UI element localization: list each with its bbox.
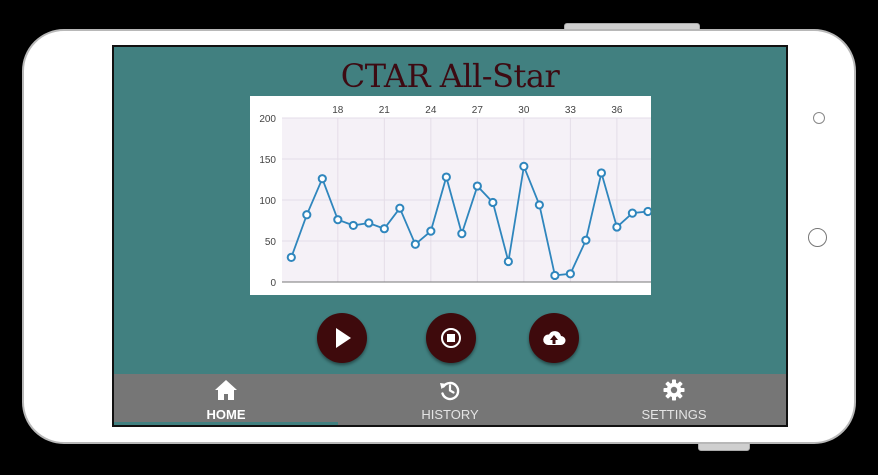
x-tick-label: 24	[425, 105, 437, 116]
play-button[interactable]	[317, 313, 367, 363]
data-point	[534, 200, 544, 210]
nav-item-home[interactable]: HOME	[114, 374, 338, 425]
x-tick-label: 27	[472, 105, 484, 116]
data-point	[612, 222, 622, 232]
play-icon	[336, 328, 351, 348]
upload-button[interactable]	[529, 313, 579, 363]
power-button	[698, 443, 750, 451]
data-point	[333, 215, 343, 225]
x-tick-label: 21	[379, 105, 391, 116]
data-point	[472, 181, 482, 191]
data-point	[317, 174, 327, 184]
data-point	[519, 161, 529, 171]
line-chart: 0 50 100 150 200 18 21 24 27 30 33 36	[259, 105, 653, 289]
x-tick-label: 33	[565, 105, 577, 116]
data-point	[348, 220, 358, 231]
nav-label-history: HISTORY	[421, 407, 479, 422]
x-tick-label: 36	[611, 105, 623, 116]
nav-label-home: HOME	[206, 407, 246, 422]
y-tick-label: 0	[270, 278, 276, 289]
x-tick-label: 30	[518, 105, 530, 116]
x-tick-label: 18	[332, 105, 344, 116]
data-point	[503, 256, 513, 267]
app-title: CTAR All-Star	[340, 57, 560, 95]
data-point	[379, 224, 389, 234]
stop-button[interactable]	[426, 313, 476, 363]
app-screen: CTAR All-Star 0 50 100 150 200 18 21 24 27 30 33 36…	[112, 45, 788, 427]
chart-card: 0 50 100 150 200 18 21 24 27 30 33 36	[250, 96, 653, 295]
data-point	[302, 210, 312, 220]
stop-icon	[441, 328, 461, 348]
data-point	[410, 239, 420, 249]
nav-item-history[interactable]: HISTORY	[338, 374, 562, 425]
bottom-navigation: HOME HISTORY SETTINGS	[114, 374, 786, 425]
data-point	[488, 197, 498, 208]
data-point	[395, 203, 405, 213]
data-point	[596, 168, 606, 178]
camera-icon	[813, 112, 825, 124]
y-tick-label: 50	[265, 237, 277, 248]
y-tick-label: 200	[259, 114, 276, 125]
y-tick-label: 100	[259, 196, 276, 207]
data-point	[627, 208, 637, 218]
data-point	[364, 218, 374, 228]
active-tab-indicator	[114, 422, 338, 425]
nav-label-settings: SETTINGS	[641, 407, 707, 422]
nav-item-settings[interactable]: SETTINGS	[562, 374, 786, 425]
data-point	[565, 269, 575, 279]
data-point	[441, 172, 451, 182]
hardware-home-button[interactable]	[808, 228, 827, 247]
data-point	[457, 229, 467, 239]
cloud-upload-icon	[543, 331, 566, 345]
home-icon	[215, 380, 237, 400]
data-point	[550, 270, 560, 281]
y-tick-label: 150	[259, 155, 276, 166]
gear-icon	[663, 379, 685, 401]
data-point	[643, 206, 653, 217]
history-icon	[440, 381, 460, 401]
data-point	[286, 252, 296, 262]
data-point	[426, 226, 436, 236]
data-point	[581, 235, 591, 245]
